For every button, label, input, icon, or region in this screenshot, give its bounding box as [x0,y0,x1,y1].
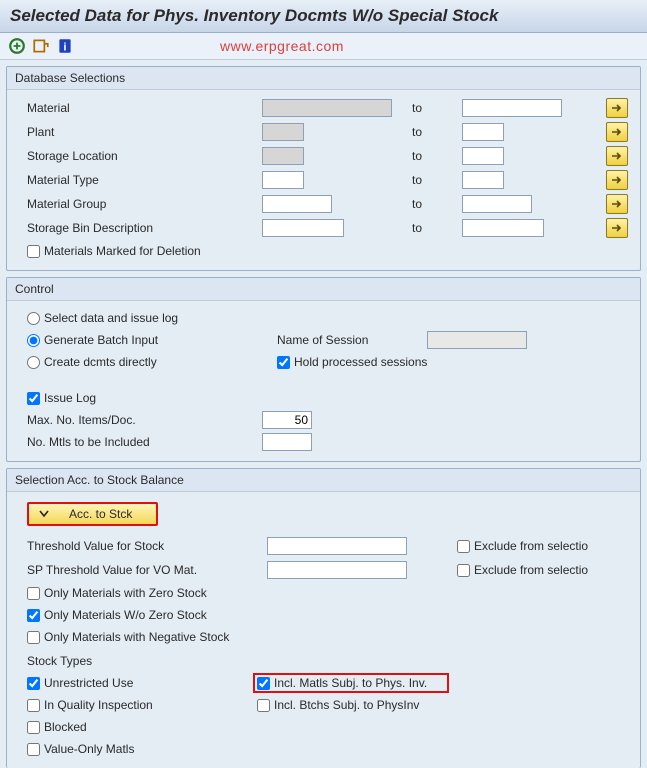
max-items-input[interactable] [262,411,312,429]
generate-batch-radio[interactable] [27,334,40,347]
exclude2-checkbox[interactable] [457,564,470,577]
value-only-checkbox[interactable] [27,743,40,756]
storage-location-from-input[interactable] [262,147,304,165]
storage-bin-to-input[interactable] [462,219,544,237]
issue-log-checkbox[interactable] [27,392,40,405]
storage-bin-more-button[interactable] [606,218,628,238]
material-from-input[interactable] [262,99,392,117]
blocked-label: Blocked [44,720,87,734]
blocked-checkbox[interactable] [27,721,40,734]
storage-location-to-input[interactable] [462,147,504,165]
row-material: Material to [27,96,632,120]
material-label: Material [27,101,262,115]
create-direct-label: Create dcmts directly [44,355,157,369]
threshold-label: Threshold Value for Stock [27,539,267,553]
acc-to-stock-toggle[interactable]: Acc. to Stck [27,502,158,526]
incl-matls-checkbox[interactable] [257,677,270,690]
database-selections-section: Database Selections Material to Plant to… [6,66,641,271]
mtls-included-input[interactable] [262,433,312,451]
material-to-input[interactable] [462,99,562,117]
select-data-radio[interactable] [27,312,40,325]
material-more-button[interactable] [606,98,628,118]
chevron-down-icon [39,507,49,521]
to-label: to [402,173,462,187]
hold-processed-label: Hold processed sessions [294,355,427,369]
select-data-label: Select data and issue log [44,311,178,325]
material-type-label: Material Type [27,173,262,187]
plant-label: Plant [27,125,262,139]
page-title: Selected Data for Phys. Inventory Docmts… [0,0,647,33]
incl-btchs-label: Incl. Btchs Subj. to PhysInv [274,698,419,712]
only-zero-checkbox[interactable] [27,587,40,600]
value-only-label: Value-Only Matls [44,742,134,756]
threshold-input[interactable] [267,537,407,555]
only-zero-label: Only Materials with Zero Stock [44,586,207,600]
exclude1-checkbox[interactable] [457,540,470,553]
material-type-more-button[interactable] [606,170,628,190]
row-material-type: Material Type to [27,168,632,192]
only-wo-zero-label: Only Materials W/o Zero Stock [44,608,207,622]
storage-bin-from-input[interactable] [262,219,344,237]
row-material-group: Material Group to [27,192,632,216]
storage-bin-label: Storage Bin Description [27,221,262,235]
material-type-from-input[interactable] [262,171,304,189]
generate-batch-label: Generate Batch Input [44,333,158,347]
material-group-more-button[interactable] [606,194,628,214]
row-marked-deletion: Materials Marked for Deletion [27,240,632,262]
mtls-included-label: No. Mtls to be Included [27,435,262,449]
acc-to-stock-label: Acc. to Stck [69,507,132,521]
plant-from-input[interactable] [262,123,304,141]
marked-deletion-checkbox[interactable] [27,245,40,258]
material-type-to-input[interactable] [462,171,504,189]
create-direct-radio[interactable] [27,356,40,369]
material-group-label: Material Group [27,197,262,211]
stock-balance-section: Selection Acc. to Stock Balance Acc. to … [6,468,641,768]
incl-matls-label: Incl. Matls Subj. to Phys. Inv. [274,676,427,690]
control-header: Control [7,278,640,301]
to-label: to [402,125,462,139]
row-storage-location: Storage Location to [27,144,632,168]
plant-more-button[interactable] [606,122,628,142]
unrestricted-label: Unrestricted Use [44,676,133,690]
to-label: to [402,221,462,235]
stock-types-label: Stock Types [27,654,632,668]
svg-text:i: i [63,42,66,54]
control-section: Control Select data and issue log Genera… [6,277,641,462]
watermark-text: www.erpgreat.com [220,38,344,54]
material-group-from-input[interactable] [262,195,332,213]
sp-threshold-label: SP Threshold Value for VO Mat. [27,563,267,577]
database-selections-header: Database Selections [7,67,640,90]
only-neg-checkbox[interactable] [27,631,40,644]
exclude2-label: Exclude from selectio [474,563,588,577]
marked-deletion-label: Materials Marked for Deletion [44,244,201,258]
storage-location-label: Storage Location [27,149,262,163]
unrestricted-checkbox[interactable] [27,677,40,690]
row-storage-bin: Storage Bin Description to [27,216,632,240]
exclude1-label: Exclude from selectio [474,539,588,553]
storage-location-more-button[interactable] [606,146,628,166]
to-label: to [402,149,462,163]
in-qi-label: In Quality Inspection [44,698,153,712]
incl-btchs-checkbox[interactable] [257,699,270,712]
only-neg-label: Only Materials with Negative Stock [44,630,229,644]
hold-processed-checkbox[interactable] [277,356,290,369]
max-items-label: Max. No. Items/Doc. [27,413,262,427]
material-group-to-input[interactable] [462,195,532,213]
variant-icon[interactable] [32,37,50,55]
info-icon[interactable]: i [56,37,74,55]
only-wo-zero-checkbox[interactable] [27,609,40,622]
execute-icon[interactable] [8,37,26,55]
in-qi-checkbox[interactable] [27,699,40,712]
to-label: to [402,101,462,115]
name-session-label: Name of Session [277,333,427,347]
plant-to-input[interactable] [462,123,504,141]
to-label: to [402,197,462,211]
name-session-input[interactable] [427,331,527,349]
toolbar: i www.erpgreat.com [0,33,647,60]
stock-balance-header: Selection Acc. to Stock Balance [7,469,640,492]
sp-threshold-input[interactable] [267,561,407,579]
issue-log-label: Issue Log [44,391,96,405]
row-plant: Plant to [27,120,632,144]
